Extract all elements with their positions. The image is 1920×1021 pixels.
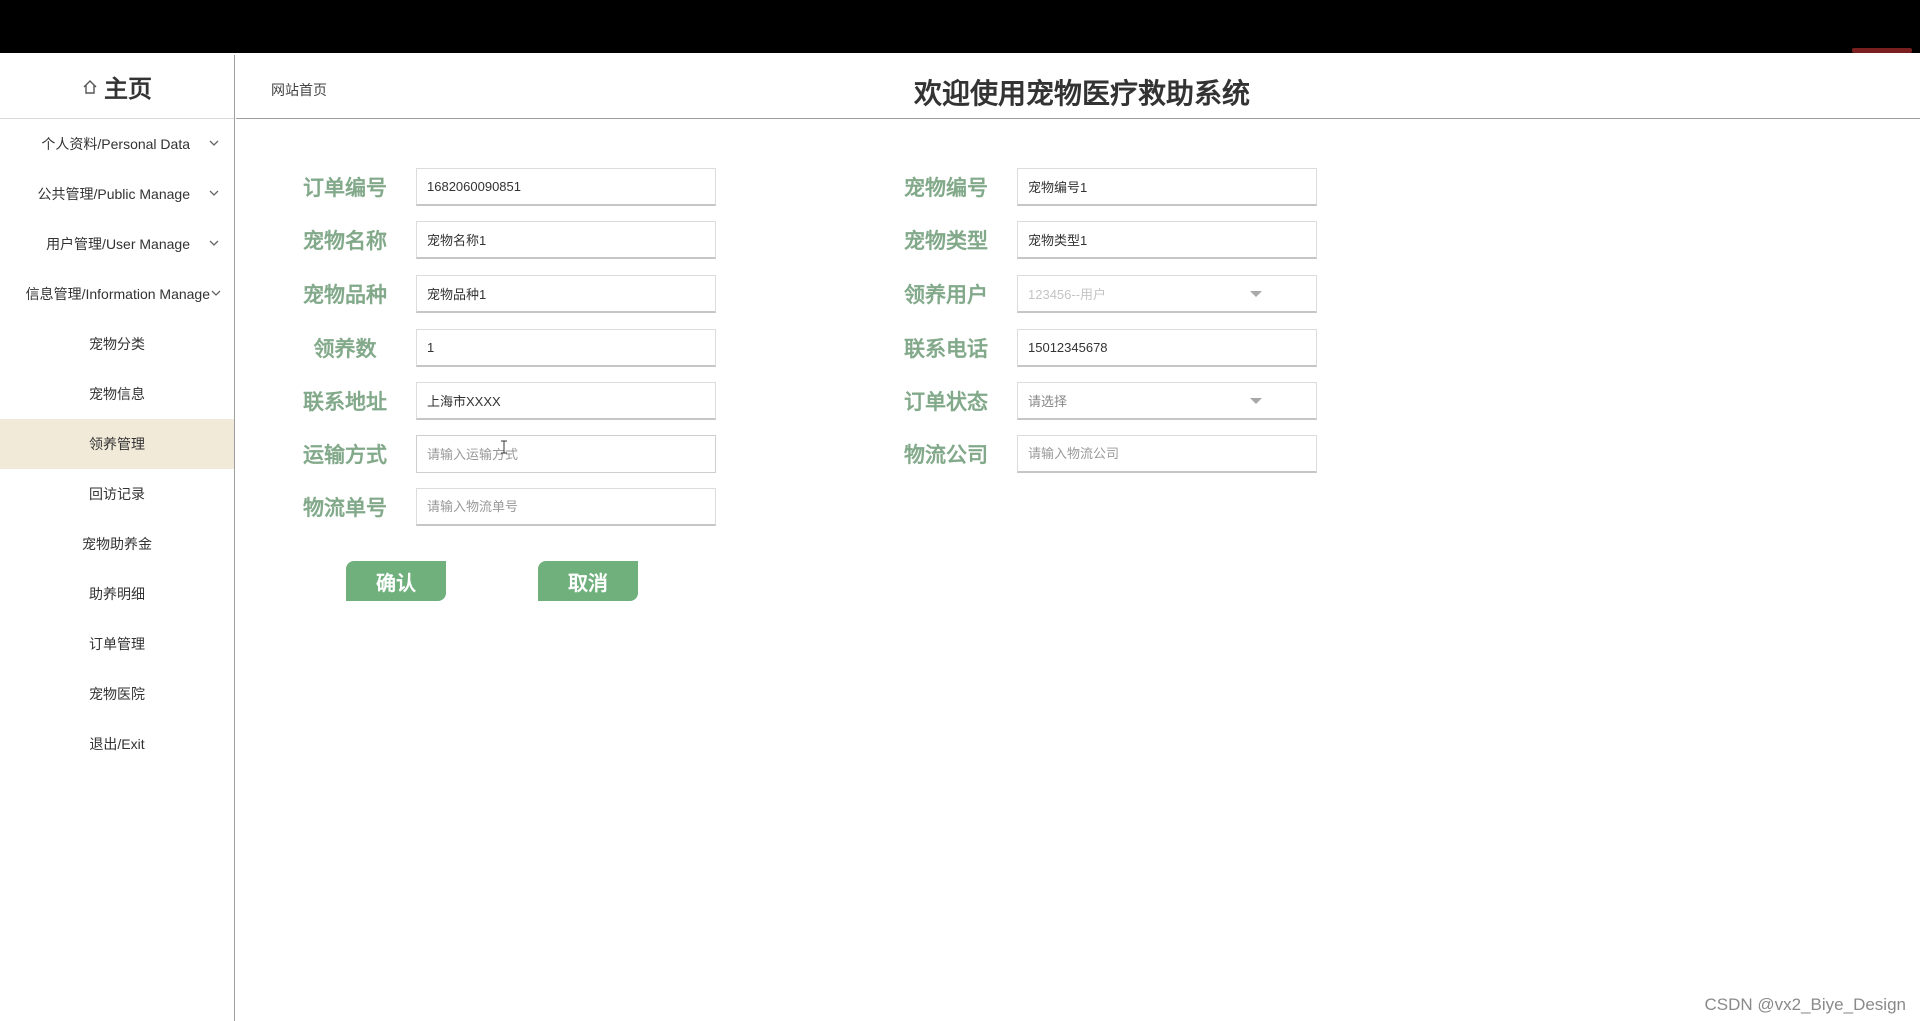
address-field[interactable]	[416, 382, 716, 420]
top-black-bar	[0, 0, 1920, 53]
sidebar-item-label: 用户管理/User Manage	[46, 236, 190, 252]
form-row-pet-breed: 宠物品种	[285, 275, 716, 313]
form-row-order-status: 订单状态 请选择	[886, 382, 1317, 420]
tracking-no-field[interactable]	[416, 488, 716, 526]
home-label: 主页	[104, 76, 152, 103]
chevron-down-icon	[209, 240, 219, 246]
pet-no-field[interactable]	[1017, 168, 1317, 206]
page-title: 欢迎使用宠物医疗救助系统	[914, 78, 1251, 109]
sidebar-item-personal-data[interactable]: 个人资料/Personal Data	[0, 119, 234, 169]
home-icon	[83, 79, 97, 94]
order-no-label: 订单编号	[303, 177, 387, 200]
form-row-pet-no: 宠物编号	[886, 168, 1317, 206]
sidebar-item-pet-hospital[interactable]: 宠物医院	[0, 669, 234, 719]
header: 网站首页 欢迎使用宠物医疗救助系统	[236, 55, 1920, 119]
cancel-button[interactable]: 取消	[538, 561, 638, 601]
chevron-down-icon	[209, 140, 219, 146]
sidebar-item-label: 助养明细	[89, 586, 145, 602]
form-row-address: 联系地址	[285, 382, 716, 420]
adopt-count-label: 领养数	[313, 338, 377, 361]
adopt-user-select[interactable]: 123456--用户	[1017, 275, 1317, 313]
sidebar-item-label: 个人资料/Personal Data	[41, 136, 190, 152]
chevron-down-icon	[209, 190, 219, 196]
form-row-phone: 联系电话	[886, 329, 1317, 367]
pet-name-field[interactable]	[416, 221, 716, 259]
sidebar-item-label: 信息管理/Information Manage	[25, 286, 210, 302]
sidebar-item-label: 宠物医院	[89, 686, 145, 702]
confirm-button[interactable]: 确认	[346, 561, 446, 601]
sidebar-item-label: 退出/Exit	[89, 736, 145, 752]
pet-type-label: 宠物类型	[904, 230, 988, 253]
address-label: 联系地址	[303, 391, 387, 414]
home-link[interactable]: 主页	[0, 55, 234, 119]
shipping-field[interactable]	[416, 435, 716, 473]
adopt-user-label: 领养用户	[904, 284, 988, 307]
logistics-company-field[interactable]	[1017, 435, 1317, 473]
phone-label: 联系电话	[904, 338, 988, 361]
form-row-adopt-count: 领养数	[285, 329, 716, 367]
sidebar-item-sponsorship-detail[interactable]: 助养明细	[0, 569, 234, 619]
order-status-label: 订单状态	[904, 391, 988, 414]
pet-breed-label: 宠物品种	[303, 284, 387, 307]
breadcrumb[interactable]: 网站首页	[271, 80, 327, 100]
sidebar-item-user-manage[interactable]: 用户管理/User Manage	[0, 219, 234, 269]
sidebar-item-orders[interactable]: 订单管理	[0, 619, 234, 669]
sidebar-item-label: 回访记录	[89, 486, 145, 502]
text-cursor-icon	[501, 440, 507, 454]
adopt-count-field[interactable]	[416, 329, 716, 367]
sidebar-item-pet-category[interactable]: 宠物分类	[0, 319, 234, 369]
form-row-order-no: 订单编号	[285, 168, 716, 206]
sidebar-item-exit[interactable]: 退出/Exit	[0, 719, 234, 769]
tracking-no-label: 物流单号	[303, 497, 387, 520]
corner-accent	[1852, 48, 1912, 53]
watermark: CSDN @vx2_Biye_Design	[1704, 995, 1906, 1014]
phone-field[interactable]	[1017, 329, 1317, 367]
pet-breed-field[interactable]	[416, 275, 716, 313]
sidebar-item-label: 公共管理/Public Manage	[37, 186, 190, 202]
caret-down-icon	[1250, 398, 1262, 404]
pet-type-field[interactable]	[1017, 221, 1317, 259]
sidebar-item-return-visit[interactable]: 回访记录	[0, 469, 234, 519]
chevron-down-icon	[211, 290, 221, 296]
adopt-user-value: 123456--用户	[1028, 287, 1107, 302]
sidebar-item-public-manage[interactable]: 公共管理/Public Manage	[0, 169, 234, 219]
sidebar-item-adoption[interactable]: 领养管理	[0, 419, 234, 469]
logistics-company-label: 物流公司	[904, 444, 988, 467]
sidebar-item-label: 领养管理	[89, 436, 145, 452]
caret-down-icon	[1250, 291, 1262, 297]
form-row-pet-type: 宠物类型	[886, 221, 1317, 259]
pet-name-label: 宠物名称	[303, 230, 387, 253]
sidebar-item-pet-info[interactable]: 宠物信息	[0, 369, 234, 419]
sidebar-item-label: 宠物助养金	[82, 536, 152, 552]
sidebar-item-label: 订单管理	[89, 636, 145, 652]
sidebar-item-information-manage[interactable]: 信息管理/Information Manage	[0, 269, 234, 319]
sidebar-nav: 个人资料/Personal Data 公共管理/Public Manage 用户…	[0, 119, 234, 769]
sidebar-item-sponsorship-fund[interactable]: 宠物助养金	[0, 519, 234, 569]
form-row-tracking-no: 物流单号	[285, 488, 716, 526]
shipping-label: 运输方式	[303, 444, 387, 467]
form-row-pet-name: 宠物名称	[285, 221, 716, 259]
form-row-logistics-company: 物流公司	[886, 435, 1317, 473]
sidebar-item-label: 宠物信息	[89, 386, 145, 402]
form-row-adopt-user: 领养用户 123456--用户	[886, 275, 1317, 313]
order-status-select[interactable]: 请选择	[1017, 382, 1317, 420]
order-status-value: 请选择	[1028, 394, 1068, 409]
sidebar: 主页 个人资料/Personal Data 公共管理/Public Manage…	[0, 55, 235, 1021]
sidebar-item-label: 宠物分类	[89, 336, 145, 352]
pet-no-label: 宠物编号	[904, 177, 988, 200]
order-no-field[interactable]	[416, 168, 716, 206]
